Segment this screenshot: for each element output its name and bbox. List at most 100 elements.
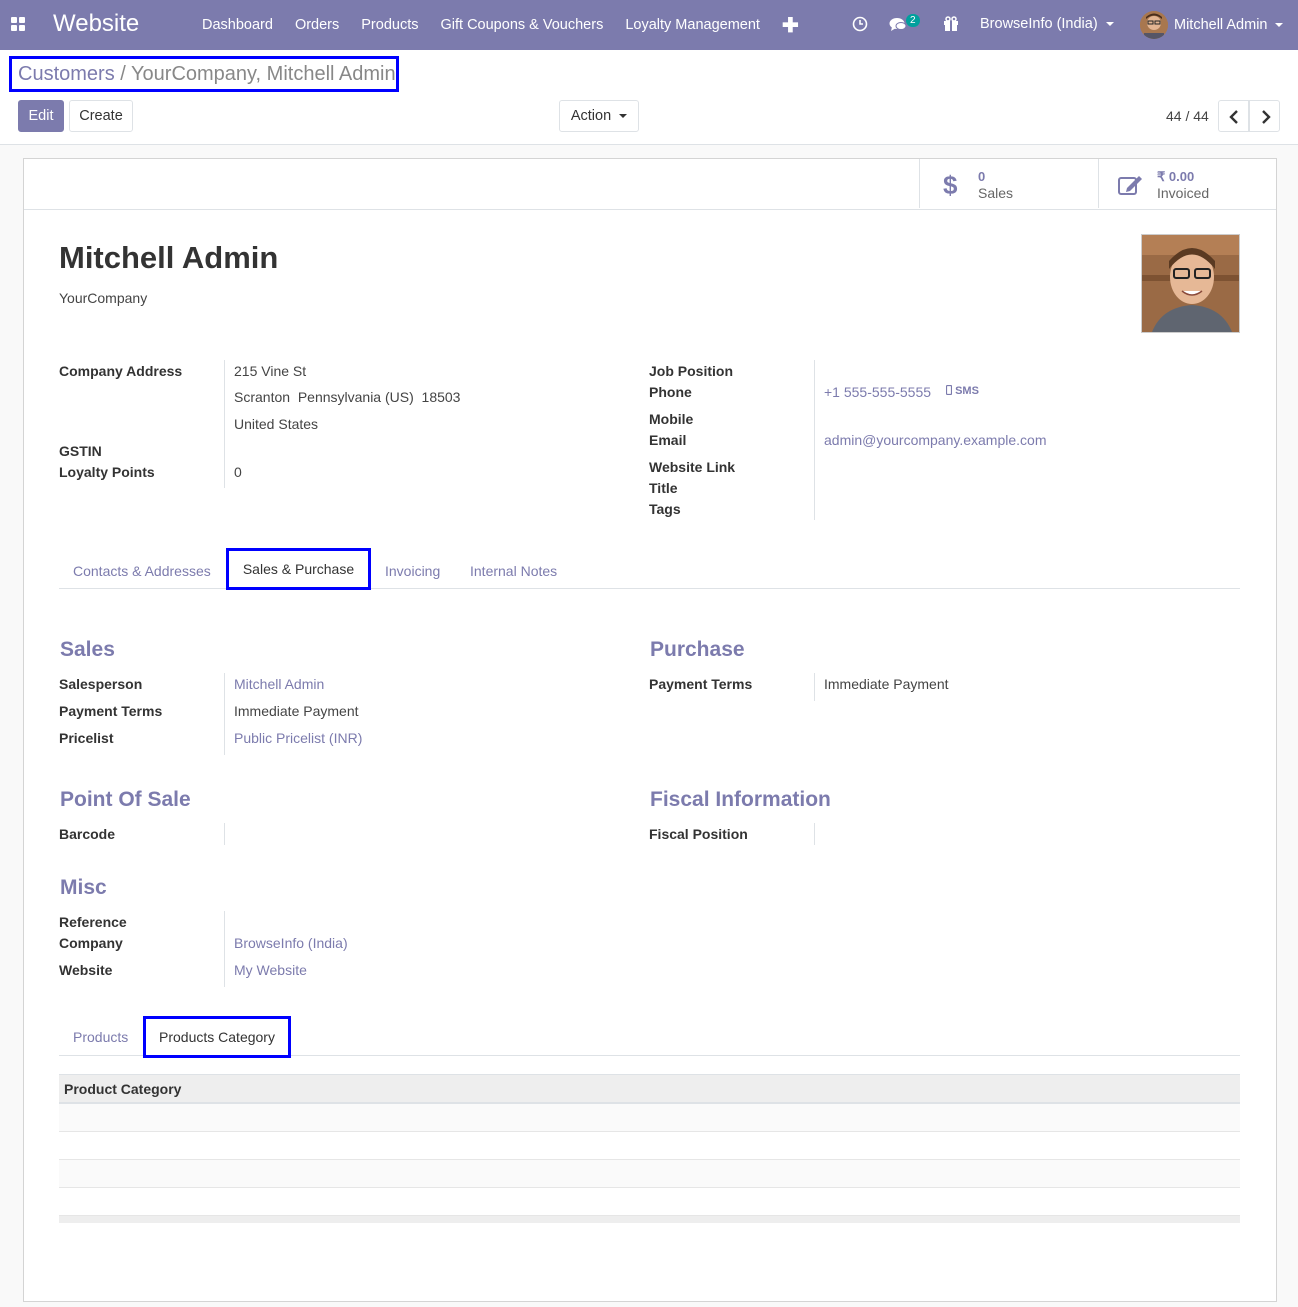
plus-icon[interactable]: ✚ — [782, 13, 799, 38]
menu-item-loyalty[interactable]: Loyalty Management — [614, 0, 771, 50]
action-dropdown[interactable]: Action — [559, 100, 639, 132]
table-row — [59, 1160, 1240, 1188]
chat-icon[interactable] — [889, 17, 907, 32]
purchase-payment-terms-label: Payment Terms — [649, 676, 753, 692]
tab-invoicing[interactable]: Invoicing — [385, 563, 440, 579]
payment-terms-label: Payment Terms — [59, 703, 163, 719]
menu-item-products[interactable]: Products — [350, 0, 429, 50]
pricelist-link[interactable]: Public Pricelist (INR) — [234, 730, 362, 746]
fiscal-section-title: Fiscal Information — [650, 788, 831, 811]
website-link-label: Website Link — [649, 459, 736, 475]
sms-button[interactable]: SMS — [945, 384, 979, 397]
misc-section-title: Misc — [60, 876, 107, 899]
top-navbar: Website Dashboard Orders Products Gift C… — [0, 0, 1298, 50]
mobile-icon — [945, 384, 953, 396]
phone-link[interactable]: +1 555-555-5555 — [824, 384, 931, 400]
table-header: Product Category — [59, 1074, 1240, 1104]
gstin-label: GSTIN — [59, 443, 102, 459]
app-title: Website — [53, 10, 140, 37]
salesperson-link[interactable]: Mitchell Admin — [234, 676, 324, 692]
field-divider — [224, 823, 225, 845]
address-street: 215 Vine St — [234, 363, 307, 379]
main-menu: Dashboard Orders Products Gift Coupons &… — [191, 0, 771, 50]
company-label: Company — [59, 935, 123, 951]
dollar-icon: $ — [943, 171, 958, 199]
chevron-left-icon — [1229, 110, 1238, 124]
sales-section-title: Sales — [60, 638, 115, 661]
partner-photo[interactable] — [1141, 234, 1240, 333]
tab-internal-notes[interactable]: Internal Notes — [470, 563, 557, 579]
clock-icon[interactable] — [852, 16, 868, 32]
pos-section-title: Point Of Sale — [60, 788, 191, 811]
pager-next-button[interactable] — [1249, 100, 1280, 132]
company-link[interactable]: BrowseInfo (India) — [234, 935, 348, 951]
edit-button[interactable]: Edit — [18, 100, 64, 132]
website-link[interactable]: My Website — [234, 962, 307, 978]
invoiced-amount: ₹ 0.00 — [1157, 169, 1195, 184]
reference-label: Reference — [59, 914, 127, 930]
breadcrumb-separator: / — [120, 63, 126, 85]
address-city-line: Scranton Pennsylvania (US) 18503 — [234, 389, 461, 405]
invoiced-stat-button[interactable]: ₹ 0.00 Invoiced — [1098, 159, 1277, 208]
apps-menu-icon[interactable] — [11, 17, 25, 31]
tags-label: Tags — [649, 501, 681, 517]
breadcrumb-customers-link[interactable]: Customers — [18, 63, 115, 85]
salesperson-label: Salesperson — [59, 676, 143, 692]
create-button[interactable]: Create — [69, 100, 133, 132]
invoiced-label: Invoiced — [1157, 185, 1210, 201]
sales-stat-button[interactable]: $ 0 Sales — [919, 159, 1098, 208]
company-switcher[interactable]: BrowseInfo (India) — [980, 16, 1114, 32]
menu-item-orders[interactable]: Orders — [284, 0, 350, 50]
menu-item-dashboard[interactable]: Dashboard — [191, 0, 284, 50]
gift-icon[interactable] — [943, 16, 959, 32]
email-link[interactable]: admin@yourcompany.example.com — [824, 432, 1047, 448]
purchase-section-title: Purchase — [650, 638, 745, 661]
sales-count: 0 — [978, 169, 986, 184]
partner-company[interactable]: YourCompany — [59, 290, 147, 306]
address-country: United States — [234, 416, 319, 432]
table-row — [59, 1104, 1240, 1132]
field-divider — [814, 823, 815, 845]
sms-label: SMS — [955, 385, 979, 397]
company-address-label: Company Address — [59, 363, 183, 379]
field-divider — [224, 911, 225, 987]
edit-icon — [1118, 176, 1142, 195]
user-menu[interactable]: Mitchell Admin — [1140, 10, 1284, 40]
user-name: Mitchell Admin — [1174, 17, 1268, 33]
loyalty-points-value: 0 — [234, 464, 242, 480]
job-position-label: Job Position — [649, 363, 733, 379]
chevron-right-icon — [1262, 110, 1271, 124]
table-footer — [59, 1216, 1240, 1223]
breadcrumb: Customers / YourCompany, Mitchell Admin — [9, 56, 399, 92]
website-label: Website — [59, 962, 113, 978]
table-row — [59, 1188, 1240, 1216]
chat-badge: 2 — [906, 14, 920, 27]
field-divider — [814, 673, 815, 701]
chevron-down-icon — [1105, 22, 1114, 27]
fiscal-position-label: Fiscal Position — [649, 826, 748, 842]
tab-contacts-addresses[interactable]: Contacts & Addresses — [73, 563, 211, 579]
pager-value[interactable]: 44 / 44 — [1166, 108, 1209, 124]
pager-previous-button[interactable] — [1218, 100, 1249, 132]
barcode-label: Barcode — [59, 826, 116, 842]
table-row — [59, 1132, 1240, 1160]
breadcrumb-current: YourCompany, Mitchell Admin — [131, 63, 396, 85]
field-divider — [224, 360, 225, 488]
chevron-down-icon — [1275, 23, 1284, 27]
payment-terms-value: Immediate Payment — [234, 703, 359, 719]
menu-item-gift-coupons[interactable]: Gift Coupons & Vouchers — [430, 0, 615, 50]
partner-name[interactable]: Mitchell Admin — [59, 240, 278, 276]
purchase-payment-terms-value: Immediate Payment — [824, 676, 949, 692]
tab-sales-purchase[interactable]: Sales & Purchase — [226, 548, 371, 590]
column-product-category[interactable]: Product Category — [64, 1081, 181, 1097]
company-switcher-label: BrowseInfo (India) — [980, 16, 1098, 32]
pricelist-label: Pricelist — [59, 730, 114, 746]
tab-products-category[interactable]: Products Category — [143, 1016, 291, 1058]
loyalty-points-label: Loyalty Points — [59, 464, 155, 480]
svg-text:$: $ — [943, 171, 958, 199]
avatar — [1140, 11, 1168, 39]
tab-products[interactable]: Products — [73, 1029, 128, 1045]
phone-label: Phone — [649, 384, 692, 400]
button-box: $ 0 Sales ₹ 0.00 Invoiced — [24, 159, 1276, 210]
chevron-down-icon — [619, 114, 628, 119]
